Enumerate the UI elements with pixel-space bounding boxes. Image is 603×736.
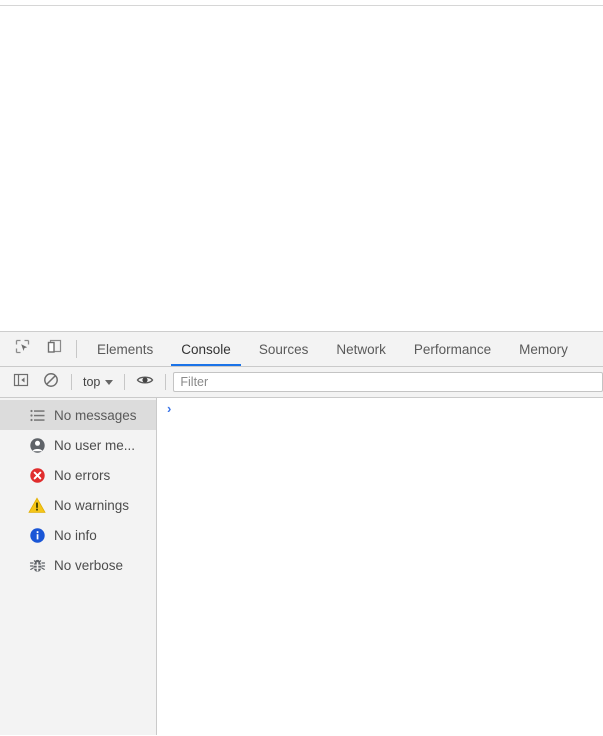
devtools-panel: Elements Console Sources Network Perform… (0, 331, 603, 736)
create-live-expression-button[interactable] (130, 369, 160, 395)
console-message-list[interactable]: › (157, 398, 603, 735)
javascript-context-selector[interactable]: top (77, 373, 119, 391)
filterbar-divider-3 (165, 374, 167, 390)
prompt-chevron-icon: › (167, 401, 172, 416)
tab-elements[interactable]: Elements (83, 332, 167, 366)
console-sidebar: No messages No user me... No errors No w… (0, 398, 157, 735)
tab-label: Console (181, 341, 231, 357)
tab-label: Memory (519, 341, 568, 357)
show-console-sidebar-icon (13, 372, 29, 393)
chevron-down-icon (105, 379, 114, 385)
filterbar-divider-2 (124, 374, 126, 390)
context-selector-value: top (83, 375, 101, 389)
sidebar-item-label: No errors (54, 467, 111, 483)
sidebar-item-verbose[interactable]: No verbose (0, 550, 156, 580)
sidebar-item-warnings[interactable]: No warnings (0, 490, 156, 520)
user-icon (28, 436, 46, 454)
tab-label: Sources (258, 341, 309, 357)
console-body: No messages No user me... No errors No w… (0, 398, 603, 735)
inspect-element-button[interactable] (6, 332, 38, 366)
tab-label: Network (336, 341, 386, 357)
tab-performance[interactable]: Performance (400, 332, 505, 366)
toggle-console-sidebar-button[interactable] (6, 369, 36, 395)
clear-console-button[interactable] (36, 369, 66, 395)
error-icon (28, 466, 46, 484)
sidebar-item-label: No warnings (54, 497, 130, 513)
filterbar-divider-1 (71, 374, 72, 390)
tab-sources[interactable]: Sources (245, 332, 323, 366)
eye-icon (136, 372, 154, 393)
sidebar-item-label: No verbose (54, 557, 124, 573)
sidebar-item-label: No info (54, 527, 97, 543)
sidebar-item-info[interactable]: No info (0, 520, 156, 550)
sidebar-item-label: No messages (54, 407, 137, 423)
tab-label: Performance (413, 341, 492, 357)
inspect-cursor-icon (14, 338, 31, 360)
warning-icon (28, 496, 46, 514)
web-page-viewport[interactable] (0, 0, 603, 331)
sidebar-item-label: No user me... (54, 437, 136, 453)
list-icon (28, 406, 46, 424)
tab-memory[interactable]: Memory (505, 332, 582, 366)
tab-network[interactable]: Network (322, 332, 400, 366)
tab-console[interactable]: Console (167, 332, 245, 366)
sidebar-item-user-messages[interactable]: No user me... (0, 430, 156, 460)
devtools-tabbar: Elements Console Sources Network Perform… (0, 332, 603, 367)
filter-input[interactable] (173, 372, 603, 392)
clear-console-icon (43, 372, 59, 393)
page-top-divider (0, 5, 603, 6)
bug-icon (28, 556, 46, 574)
sidebar-item-messages[interactable]: No messages (0, 400, 156, 430)
console-filter-toolbar: top (0, 367, 603, 398)
info-icon (28, 526, 46, 544)
device-toolbar-icon (46, 338, 63, 360)
sidebar-item-errors[interactable]: No errors (0, 460, 156, 490)
toggle-device-toolbar-button[interactable] (38, 332, 70, 366)
tab-label: Elements (97, 341, 154, 357)
console-prompt-row[interactable]: › (157, 398, 603, 422)
tabbar-divider (76, 340, 77, 358)
